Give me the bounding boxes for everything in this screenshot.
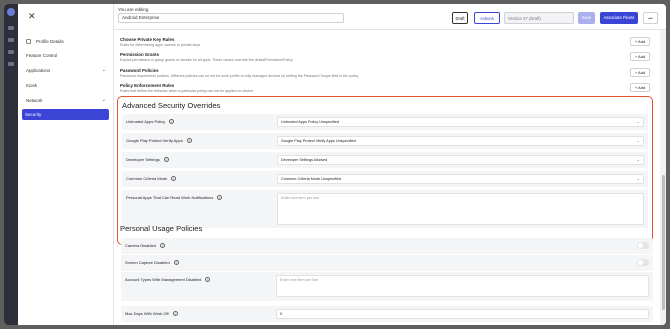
- info-icon[interactable]: i: [205, 277, 211, 283]
- add-button[interactable]: + Add: [630, 37, 650, 46]
- sidebar: ✕ Profile Details Feature Control Applic…: [18, 4, 114, 325]
- actions-button[interactable]: Actions: [474, 12, 500, 24]
- main-content: Choose Private Key Rules Rules for deter…: [114, 30, 660, 325]
- version-select[interactable]: Version 27 (Draft): [504, 12, 574, 24]
- account-types-row: Account Types With Management Disabled i …: [121, 272, 653, 301]
- add-button[interactable]: + Add: [630, 52, 650, 61]
- screen-capture-row: Screen Capture Disabled i: [121, 255, 653, 271]
- more-options-button[interactable]: •••: [643, 12, 658, 24]
- policy-name-input[interactable]: Android Enterprise: [118, 13, 344, 23]
- rail-icon[interactable]: [8, 38, 14, 42]
- common-criteria-select[interactable]: Common Criteria Mode Unspecified ⌄: [277, 174, 644, 184]
- info-icon[interactable]: i: [159, 243, 165, 249]
- sidebar-item-network[interactable]: Network ⌄: [22, 95, 109, 106]
- info-icon[interactable]: i: [169, 119, 175, 125]
- add-button[interactable]: + Add: [630, 83, 650, 92]
- screen-capture-toggle[interactable]: [637, 259, 649, 266]
- sidebar-item-profile-details[interactable]: Profile Details: [22, 36, 109, 47]
- advanced-security-overrides-section: Advanced Security Overrides Untrusted Ap…: [117, 96, 653, 245]
- chevron-down-icon: ⌄: [101, 97, 106, 103]
- play-protect-row: Google Play Protect Verify Apps i Google …: [122, 133, 648, 149]
- chevron-down-icon: ⌄: [636, 119, 640, 124]
- sidebar-item-security[interactable]: Security: [22, 109, 109, 120]
- chevron-down-icon: ⌄: [636, 157, 640, 162]
- play-protect-select[interactable]: Google Play Protect Verify Apps Unspecif…: [277, 136, 644, 146]
- info-icon[interactable]: i: [172, 311, 178, 317]
- info-icon[interactable]: i: [186, 138, 192, 144]
- section-title: Advanced Security Overrides: [122, 101, 221, 110]
- editing-label: You are editing: [118, 7, 149, 12]
- developer-settings-select[interactable]: Developer Settings Allowed ⌄: [277, 155, 644, 165]
- work-notifications-row: Personal Apps That Can Read Work Notific…: [122, 190, 648, 228]
- app-rail: [4, 4, 18, 325]
- camera-disabled-row: Camera Disabled i: [121, 238, 653, 254]
- common-criteria-row: Common Criteria Mode i Common Criteria Mo…: [122, 171, 648, 187]
- rail-icon[interactable]: [8, 50, 14, 54]
- close-icon[interactable]: ✕: [28, 11, 36, 22]
- sidebar-item-kiosk[interactable]: Kiosk: [22, 80, 109, 91]
- scrollbar[interactable]: [660, 30, 666, 325]
- rail-icon[interactable]: [8, 62, 14, 66]
- developer-settings-row: Developer Settings i Developer Settings A…: [122, 152, 648, 168]
- chevron-down-icon: ⌄: [101, 67, 106, 73]
- rail-icon[interactable]: [8, 26, 14, 30]
- info-icon[interactable]: i: [163, 157, 169, 163]
- app-window: ✕ Profile Details Feature Control Applic…: [4, 4, 666, 325]
- rule-policy-enforcement: Policy Enforcement Rules Rules that defi…: [120, 83, 650, 93]
- chevron-down-icon: ⌄: [636, 138, 640, 143]
- associate-fleets-button[interactable]: Associate Fleets: [600, 12, 638, 24]
- sidebar-item-applications[interactable]: Applications ⌄: [22, 65, 109, 76]
- save-button[interactable]: Save: [578, 12, 595, 24]
- chevron-down-icon: ⌄: [636, 176, 640, 181]
- header: You are editing Android Enterprise Draft…: [114, 4, 666, 30]
- info-icon[interactable]: i: [217, 195, 223, 201]
- max-days-row: Max Days With Work Off i 0: [121, 306, 653, 322]
- account-types-textarea[interactable]: Enter one item per line: [276, 275, 649, 297]
- rule-private-key: Choose Private Key Rules Rules for deter…: [120, 37, 650, 47]
- info-icon[interactable]: i: [171, 176, 177, 182]
- untrusted-apps-select[interactable]: Untrusted Apps Policy Unspecified ⌄: [277, 117, 644, 127]
- document-icon: [26, 39, 31, 44]
- personal-usage-title: Personal Usage Policies: [120, 224, 203, 233]
- rule-password-policies: Password Policies Password requirement p…: [120, 68, 650, 78]
- add-button[interactable]: + Add: [630, 68, 650, 77]
- rule-permission-grants: Permission Grants Explicit permission or…: [120, 52, 650, 62]
- draft-badge: Draft: [452, 12, 468, 24]
- work-notifications-textarea[interactable]: Enter one item per line: [277, 193, 644, 225]
- scrollbar-thumb[interactable]: [662, 175, 665, 310]
- untrusted-apps-row: Untrusted Apps Policy i Untrusted Apps Po…: [122, 114, 648, 130]
- app-logo: [7, 8, 15, 16]
- camera-disabled-toggle[interactable]: [637, 242, 649, 249]
- sidebar-item-feature-control[interactable]: Feature Control: [22, 50, 109, 61]
- max-days-input[interactable]: 0: [276, 309, 649, 319]
- info-icon[interactable]: i: [173, 260, 179, 266]
